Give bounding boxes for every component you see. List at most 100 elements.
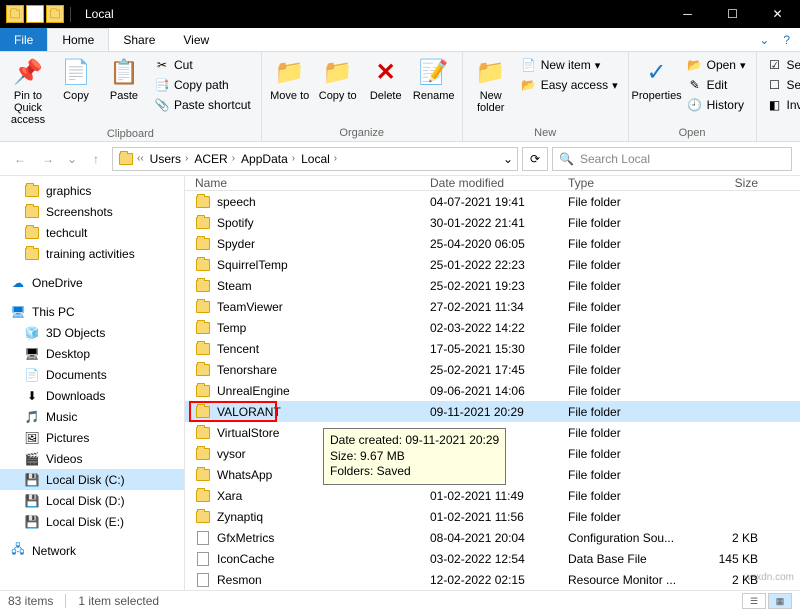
checkbox-icon[interactable]: ✓: [26, 5, 44, 23]
moveto-button[interactable]: 📁Move to: [268, 54, 312, 102]
sidebar-item[interactable]: 💾Local Disk (E:): [0, 511, 184, 532]
header-type[interactable]: Type: [568, 176, 688, 190]
delete-button[interactable]: ✕Delete: [364, 54, 408, 102]
sidebar-item[interactable]: ⬇Downloads: [0, 385, 184, 406]
sidebar-item[interactable]: 💾Local Disk (D:): [0, 490, 184, 511]
sidebar-item[interactable]: 🧊3D Objects: [0, 322, 184, 343]
folder-icon: [195, 404, 211, 420]
easyaccess-button[interactable]: 📂Easy access ▾: [517, 76, 622, 94]
table-row[interactable]: Steam25-02-2021 19:23File folder: [185, 275, 800, 296]
table-row[interactable]: Resmon12-02-2022 02:15Resource Monitor .…: [185, 569, 800, 590]
breadcrumb[interactable]: ‹‹ Users› ACER› AppData› Local› ⌄: [112, 147, 518, 171]
table-row[interactable]: speech04-07-2021 19:41File folder: [185, 191, 800, 212]
close-button[interactable]: ✕: [755, 0, 800, 28]
table-row[interactable]: VALORANT09-11-2021 20:29File folder: [185, 401, 800, 422]
sidebar-item[interactable]: 🎵Music: [0, 406, 184, 427]
watermark: wsxdn.com: [744, 572, 794, 583]
table-row[interactable]: GfxMetrics08-04-2021 20:04Configuration …: [185, 527, 800, 548]
pin-button[interactable]: 📌Pin to Quick access: [6, 54, 50, 126]
sidebar-item[interactable]: 🖥This PC: [0, 301, 184, 322]
item-icon: 📄: [24, 367, 40, 383]
tab-view[interactable]: View: [169, 28, 223, 51]
header-date[interactable]: Date modified: [430, 176, 568, 190]
file-icon: [195, 530, 211, 546]
sidebar-item[interactable]: graphics: [0, 180, 184, 201]
search-input[interactable]: 🔍 Search Local: [552, 147, 792, 171]
item-icon: ⬇: [24, 388, 40, 404]
recent-button[interactable]: ⌄: [64, 147, 80, 171]
history-button[interactable]: 🕘History: [683, 96, 750, 114]
forward-button[interactable]: →: [36, 147, 60, 171]
copy-button[interactable]: 📄Copy: [54, 54, 98, 102]
history-icon: 🕘: [687, 97, 703, 113]
up-button[interactable]: ↑: [84, 147, 108, 171]
newfolder-icon: 📁: [475, 56, 507, 88]
sidebar-item[interactable]: 📄Documents: [0, 364, 184, 385]
edit-button[interactable]: ✎Edit: [683, 76, 750, 94]
open-button[interactable]: 📂Open ▾: [683, 56, 750, 74]
table-row[interactable]: Zynaptiq01-02-2021 11:56File folder: [185, 506, 800, 527]
selectall-button[interactable]: ☑Select all: [763, 56, 800, 74]
sidebar-item[interactable]: training activities: [0, 243, 184, 264]
tab-share[interactable]: Share: [109, 28, 169, 51]
crumb-users[interactable]: Users›: [148, 152, 191, 166]
titlebar: ✓ Local ─ ☐ ✕: [0, 0, 800, 28]
chevron-down-icon[interactable]: ⌄: [503, 152, 513, 166]
cloud-icon: ☁: [10, 275, 26, 291]
folder-icon: [195, 215, 211, 231]
minimize-button[interactable]: ─: [665, 0, 710, 28]
folder-icon: [195, 278, 211, 294]
collapse-ribbon-button[interactable]: ⌄: [759, 33, 769, 47]
table-row[interactable]: Xara01-02-2021 11:49File folder: [185, 485, 800, 506]
table-row[interactable]: Spotify30-01-2022 21:41File folder: [185, 212, 800, 233]
net-icon: 🖧: [10, 543, 26, 559]
details-view-button[interactable]: ☰: [742, 593, 766, 609]
sidebar-item[interactable]: ☁OneDrive: [0, 272, 184, 293]
paste-button[interactable]: 📋Paste: [102, 54, 146, 102]
thumbnails-view-button[interactable]: ▦: [768, 593, 792, 609]
table-row[interactable]: Tenorshare25-02-2021 17:45File folder: [185, 359, 800, 380]
table-row[interactable]: Spyder25-04-2020 06:05File folder: [185, 233, 800, 254]
shortcut-button[interactable]: 📎Paste shortcut: [150, 96, 255, 114]
table-row[interactable]: UnrealEngine09-06-2021 14:06File folder: [185, 380, 800, 401]
rename-button[interactable]: 📝Rename: [412, 54, 456, 102]
crumb-local[interactable]: Local›: [299, 152, 339, 166]
crumb-acer[interactable]: ACER›: [192, 152, 237, 166]
selectnone-button[interactable]: ☐Select none: [763, 76, 800, 94]
help-button[interactable]: ?: [783, 33, 790, 47]
sidebar-item[interactable]: 💾Local Disk (C:): [0, 469, 184, 490]
header-size[interactable]: Size: [688, 176, 768, 190]
sidebar-item[interactable]: techcult: [0, 222, 184, 243]
address-bar: ← → ⌄ ↑ ‹‹ Users› ACER› AppData› Local› …: [0, 142, 800, 176]
cut-button[interactable]: ✂Cut: [150, 56, 255, 74]
back-button[interactable]: ←: [8, 147, 32, 171]
item-icon: 🖼: [24, 430, 40, 446]
sidebar-item[interactable]: 🖼Pictures: [0, 427, 184, 448]
newfolder-button[interactable]: 📁New folder: [469, 54, 513, 114]
newitem-button[interactable]: 📄New item ▾: [517, 56, 622, 74]
properties-button[interactable]: ✓Properties: [635, 54, 679, 102]
folder-tab-icon: [46, 5, 64, 23]
folder-icon: [195, 467, 211, 483]
refresh-button[interactable]: ⟳: [522, 147, 548, 171]
sidebar-item[interactable]: 🎬Videos: [0, 448, 184, 469]
invert-button[interactable]: ◧Invert selection: [763, 96, 800, 114]
header-name[interactable]: Name: [185, 176, 430, 190]
paste-icon: 📋: [108, 56, 140, 88]
sidebar-item[interactable]: 🖥Desktop: [0, 343, 184, 364]
copypath-button[interactable]: 📑Copy path: [150, 76, 255, 94]
table-row[interactable]: SquirrelTemp25-01-2022 22:23File folder: [185, 254, 800, 275]
table-row[interactable]: Tencent17-05-2021 15:30File folder: [185, 338, 800, 359]
folder-icon: [195, 362, 211, 378]
sidebar-item[interactable]: 🖧Network: [0, 540, 184, 561]
tab-file[interactable]: File: [0, 28, 47, 51]
table-row[interactable]: Temp02-03-2022 14:22File folder: [185, 317, 800, 338]
sidebar-item[interactable]: Screenshots: [0, 201, 184, 222]
table-row[interactable]: IconCache03-02-2022 12:54Data Base File1…: [185, 548, 800, 569]
item-icon: 💾: [24, 472, 40, 488]
table-row[interactable]: TeamViewer27-02-2021 11:34File folder: [185, 296, 800, 317]
copyto-button[interactable]: 📁Copy to: [316, 54, 360, 102]
crumb-appdata[interactable]: AppData›: [239, 152, 297, 166]
maximize-button[interactable]: ☐: [710, 0, 755, 28]
tab-home[interactable]: Home: [47, 28, 109, 51]
